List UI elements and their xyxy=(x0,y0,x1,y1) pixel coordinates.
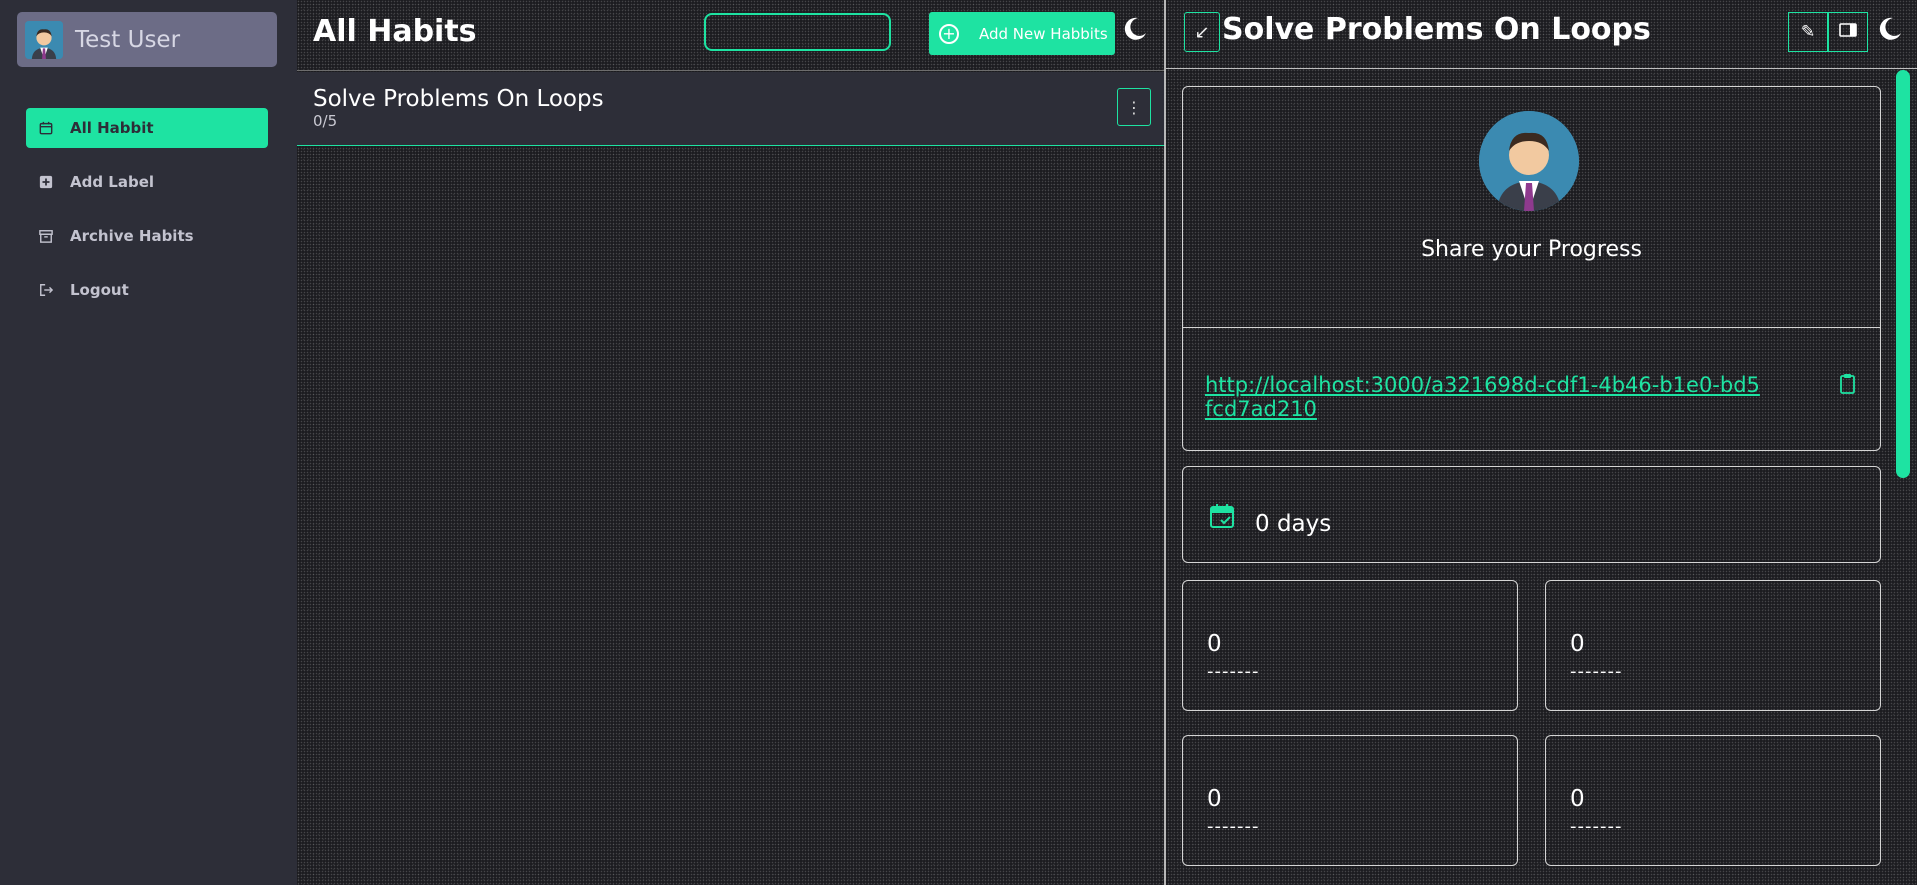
habit-title: Solve Problems On Loops xyxy=(313,86,604,112)
share-progress-label: Share your Progress xyxy=(1421,237,1642,262)
back-button[interactable]: ↙ xyxy=(1184,12,1220,52)
share-progress-card: Share your Progress http://localhost:300… xyxy=(1182,86,1881,451)
detail-title: Solve Problems On Loops xyxy=(1222,12,1651,47)
sidebar-item-label: Logout xyxy=(70,281,129,299)
streak-value: 0 days xyxy=(1255,511,1332,537)
stat-value: 0 xyxy=(1207,631,1222,657)
user-profile-card[interactable]: Test User xyxy=(17,12,277,67)
search-input[interactable] xyxy=(704,13,891,51)
sidebar-item-label: All Habbit xyxy=(70,119,154,137)
stat-value: 0 xyxy=(1207,786,1222,812)
sidebar-item-add-label[interactable]: Add Label xyxy=(26,162,268,202)
streak-card: 0 days xyxy=(1182,466,1881,563)
add-new-habit-label: Add New Habbits xyxy=(979,24,1108,43)
avatar xyxy=(1479,111,1579,211)
calendar-icon xyxy=(38,120,54,136)
habits-header: All Habits + Add New Habbits xyxy=(297,0,1165,71)
habit-progress: 0/5 xyxy=(313,112,338,130)
stat-value: 0 xyxy=(1570,631,1585,657)
archive-icon xyxy=(38,228,54,244)
sidebar-item-label: Archive Habits xyxy=(70,227,194,245)
user-name: Test User xyxy=(75,26,181,53)
sidebar-item-archive-habits[interactable]: Archive Habits xyxy=(26,216,268,256)
sidebar-item-all-habbit[interactable]: All Habbit xyxy=(26,108,268,148)
scrollbar-thumb[interactable] xyxy=(1896,70,1910,478)
sidebar-item-label: Add Label xyxy=(70,173,155,191)
habit-list-item[interactable]: Solve Problems On Loops 0/5 ⋮ xyxy=(297,72,1165,146)
archive-habit-button[interactable] xyxy=(1828,12,1868,52)
share-section: Share your Progress xyxy=(1183,87,1880,328)
moon-icon[interactable] xyxy=(1874,14,1904,44)
back-arrow-icon: ↙ xyxy=(1194,21,1210,43)
pencil-icon: ✎ xyxy=(1800,22,1816,42)
logout-icon xyxy=(38,282,54,298)
share-link[interactable]: http://localhost:3000/a321698d-cdf1-4b46… xyxy=(1205,373,1765,421)
archive-toggle-icon xyxy=(1839,22,1857,43)
habit-menu-button[interactable]: ⋮ xyxy=(1117,88,1151,126)
detail-header: ↙ Solve Problems On Loops ✎ xyxy=(1166,0,1917,69)
sidebar: Test User All Habbit Add Label Archive H… xyxy=(0,0,297,885)
more-icon: ⋮ xyxy=(1126,97,1142,117)
calendar-check-icon xyxy=(1209,503,1235,529)
page-title: All Habits xyxy=(313,14,477,49)
stat-value: 0 xyxy=(1570,786,1585,812)
plus-square-icon xyxy=(38,174,54,190)
moon-icon[interactable] xyxy=(1119,14,1149,44)
column-divider xyxy=(1164,0,1166,885)
stat-card: 0 ------- xyxy=(1182,735,1518,866)
stat-label: ------- xyxy=(1570,816,1623,837)
stat-label: ------- xyxy=(1207,661,1260,682)
stat-card: 0 ------- xyxy=(1545,735,1881,866)
plus-circle-icon: + xyxy=(939,23,959,44)
sidebar-item-logout[interactable]: Logout xyxy=(26,270,268,310)
add-new-habit-button[interactable]: + Add New Habbits xyxy=(929,12,1115,55)
stat-label: ------- xyxy=(1207,816,1260,837)
stat-label: ------- xyxy=(1570,661,1623,682)
edit-button[interactable]: ✎ xyxy=(1788,12,1828,52)
avatar xyxy=(25,20,63,59)
stat-card: 0 ------- xyxy=(1545,580,1881,711)
copy-icon[interactable] xyxy=(1839,373,1859,395)
sidebar-nav: All Habbit Add Label Archive Habits Logo… xyxy=(26,108,268,324)
stat-card: 0 ------- xyxy=(1182,580,1518,711)
